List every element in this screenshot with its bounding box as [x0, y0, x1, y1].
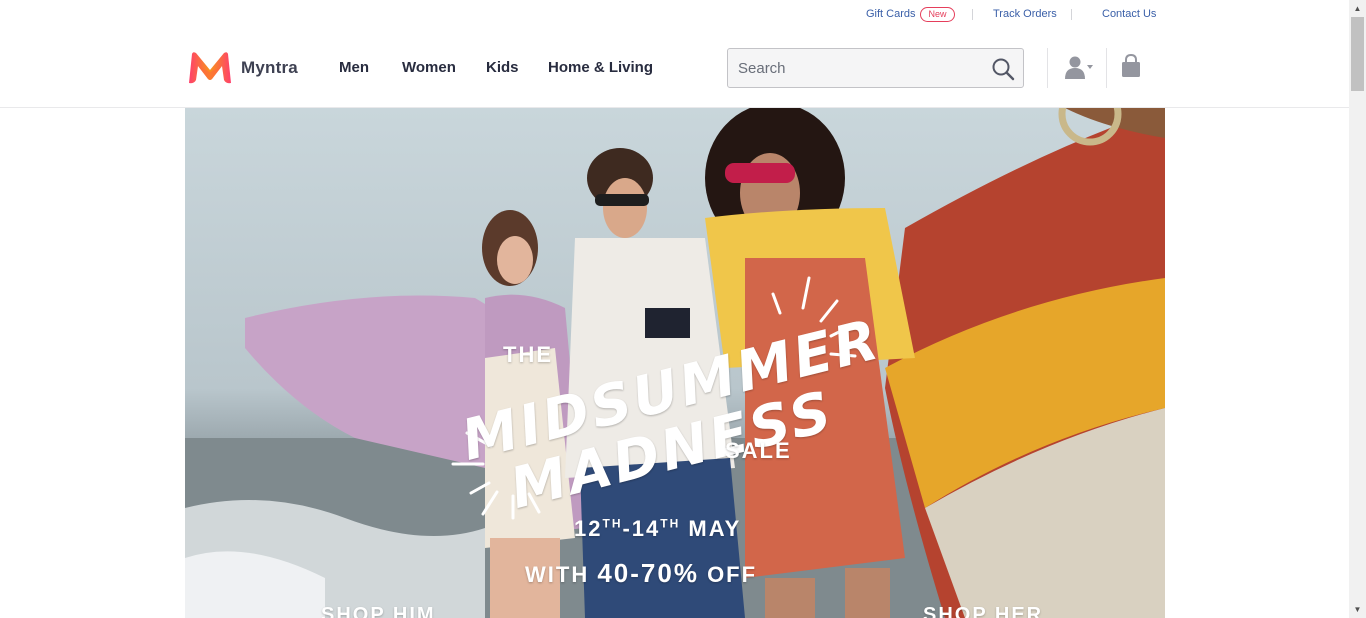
utility-bar: Gift Cards New Track Orders Contact Us: [0, 0, 1349, 30]
nav-home-living[interactable]: Home & Living: [548, 59, 653, 76]
nav-men[interactable]: Men: [339, 59, 369, 76]
date-end: -14: [622, 516, 661, 541]
date-month: MAY: [680, 516, 742, 541]
offer-prefix: WITH: [525, 562, 598, 587]
scroll-down-arrow-icon[interactable]: ▼: [1349, 601, 1366, 618]
bag-icon[interactable]: [1120, 54, 1142, 78]
hero-sale-text: SALE: [725, 438, 792, 463]
nav-kids[interactable]: Kids: [486, 59, 519, 76]
shop-her-link[interactable]: SHOP HER: [923, 604, 1043, 618]
date-start: 12: [574, 516, 603, 541]
divider: [1047, 48, 1048, 88]
gift-cards-link[interactable]: Gift Cards: [866, 8, 916, 20]
search-icon[interactable]: [991, 57, 1015, 81]
contact-us-link[interactable]: Contact Us: [1102, 8, 1156, 20]
date-start-suffix: TH: [602, 516, 623, 531]
nav-women[interactable]: Women: [402, 59, 456, 76]
search-box: [727, 48, 1024, 88]
new-badge: New: [920, 7, 955, 22]
offer-suffix: OFF: [698, 562, 758, 587]
search-input[interactable]: [738, 49, 978, 87]
scroll-up-arrow-icon[interactable]: ▲: [1349, 0, 1366, 17]
track-orders-link[interactable]: Track Orders: [993, 8, 1057, 20]
site-header: Myntra Men Women Kids Home & Living: [0, 30, 1349, 108]
hero-the-text: THE: [503, 342, 553, 367]
date-end-suffix: TH: [660, 516, 681, 531]
page-scrollbar[interactable]: ▲ ▼: [1349, 0, 1366, 618]
divider: [1071, 9, 1072, 20]
brand-name[interactable]: Myntra: [241, 58, 298, 78]
hero-date-text: 12TH-14TH MAY: [574, 516, 741, 542]
divider: [972, 9, 973, 20]
scroll-thumb[interactable]: [1351, 17, 1364, 91]
myntra-logo-icon[interactable]: [186, 50, 234, 84]
divider: [1106, 48, 1107, 88]
hero-offer-text: WITH 40-70% OFF: [525, 558, 757, 589]
hero-banner[interactable]: THE MIDSUMMER MADNESS SALE 12TH-14TH MAY…: [185, 108, 1165, 618]
offer-value: 40-70%: [597, 558, 699, 588]
shop-him-link[interactable]: SHOP HIM: [321, 604, 436, 618]
user-icon[interactable]: [1064, 55, 1094, 81]
